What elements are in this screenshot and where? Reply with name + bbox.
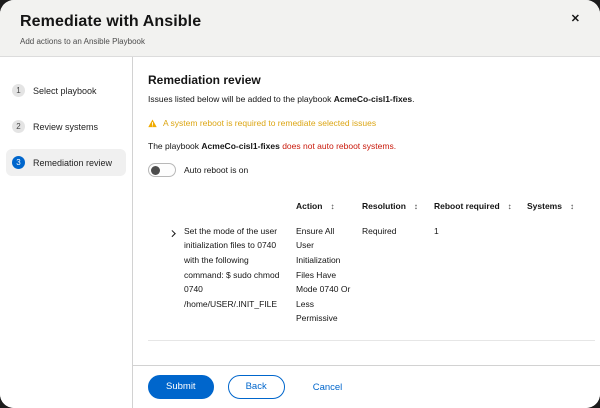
submit-button[interactable]: Submit: [148, 375, 214, 399]
systems-cell: [527, 222, 595, 340]
auto-reboot-note: The playbook AcmeCo-cisl1-fixes does not…: [148, 141, 595, 151]
wizard-nav: 1 Select playbook 2 Review systems 3 Rem…: [0, 57, 133, 408]
step-number-badge: 3: [12, 156, 25, 169]
wizard-step-label: Select playbook: [33, 86, 97, 96]
intro-text: Issues listed below will be added to the…: [148, 94, 595, 104]
row-expand-toggle[interactable]: [148, 222, 184, 340]
intro-suffix: .: [412, 94, 414, 104]
reboot-note-danger: does not auto reboot systems.: [280, 141, 396, 151]
wizard-step-review-systems[interactable]: 2 Review systems: [6, 113, 126, 140]
column-label: Action: [296, 201, 322, 211]
issue-column-header: [184, 195, 296, 222]
toggle-knob: [151, 166, 160, 175]
warning-triangle-icon: [148, 119, 157, 128]
wizard-step-label: Remediation review: [33, 158, 112, 168]
column-header-systems[interactable]: Systems ↕: [527, 195, 595, 222]
intro-prefix: Issues listed below will be added to the…: [148, 94, 334, 104]
issues-table: Action ↕ Resolution ↕ Reboot required ↕ Sys…: [148, 195, 595, 341]
close-icon[interactable]: ✕: [571, 14, 580, 25]
sort-icon[interactable]: ↕: [508, 202, 512, 211]
expand-column-header: [148, 195, 184, 222]
toggle-label: Auto reboot is on: [184, 165, 248, 175]
column-header-action[interactable]: Action ↕: [296, 195, 362, 222]
cancel-button[interactable]: Cancel: [313, 382, 343, 393]
main-content: Remediation review Issues listed below w…: [133, 57, 600, 365]
sort-icon[interactable]: ↕: [570, 202, 574, 211]
step-number-badge: 1: [12, 84, 25, 97]
wizard-step-label: Review systems: [33, 122, 98, 132]
playbook-name: AcmeCo-cisl1-fixes: [334, 94, 412, 104]
warning-text: A system reboot is required to remediate…: [163, 118, 376, 128]
modal-header: Remediate with Ansible Add actions to an…: [0, 0, 600, 57]
back-button[interactable]: Back: [228, 375, 285, 399]
reboot-note-prefix: The playbook: [148, 141, 201, 151]
modal-subtitle: Add actions to an Ansible Playbook: [20, 37, 580, 46]
table-row: Set the mode of the user initialization …: [148, 222, 595, 341]
auto-reboot-toggle-row: Auto reboot is on: [148, 163, 595, 177]
modal-body: 1 Select playbook 2 Review systems 3 Rem…: [0, 57, 600, 408]
reboot-required-cell: 1: [434, 222, 527, 340]
wizard-footer: Submit Back Cancel: [133, 365, 600, 408]
wizard-step-remediation-review[interactable]: 3 Remediation review: [6, 149, 126, 176]
main-column: Remediation review Issues listed below w…: [133, 57, 600, 408]
column-label: Reboot required: [434, 201, 500, 211]
wizard-step-select-playbook[interactable]: 1 Select playbook: [6, 77, 126, 104]
table-header-row: Action ↕ Resolution ↕ Reboot required ↕ Sys…: [148, 195, 595, 222]
modal-title: Remediate with Ansible: [20, 13, 580, 31]
page-title: Remediation review: [148, 73, 595, 87]
reboot-warning: A system reboot is required to remediate…: [148, 118, 595, 128]
column-label: Systems: [527, 201, 562, 211]
chevron-right-icon: [169, 230, 175, 236]
column-label: Resolution: [362, 201, 406, 211]
action-cell: Ensure All User Initialization Files Hav…: [296, 222, 362, 340]
resolution-cell: Required: [362, 222, 434, 340]
issue-cell: Set the mode of the user initialization …: [184, 222, 296, 340]
column-header-reboot-required[interactable]: Reboot required ↕: [434, 195, 527, 222]
remediate-modal: Remediate with Ansible Add actions to an…: [0, 0, 600, 408]
sort-icon[interactable]: ↕: [414, 202, 418, 211]
step-number-badge: 2: [12, 120, 25, 133]
sort-icon[interactable]: ↕: [330, 202, 334, 211]
column-header-resolution[interactable]: Resolution ↕: [362, 195, 434, 222]
auto-reboot-toggle[interactable]: [148, 163, 176, 177]
playbook-name: AcmeCo-cisl1-fixes: [201, 141, 279, 151]
